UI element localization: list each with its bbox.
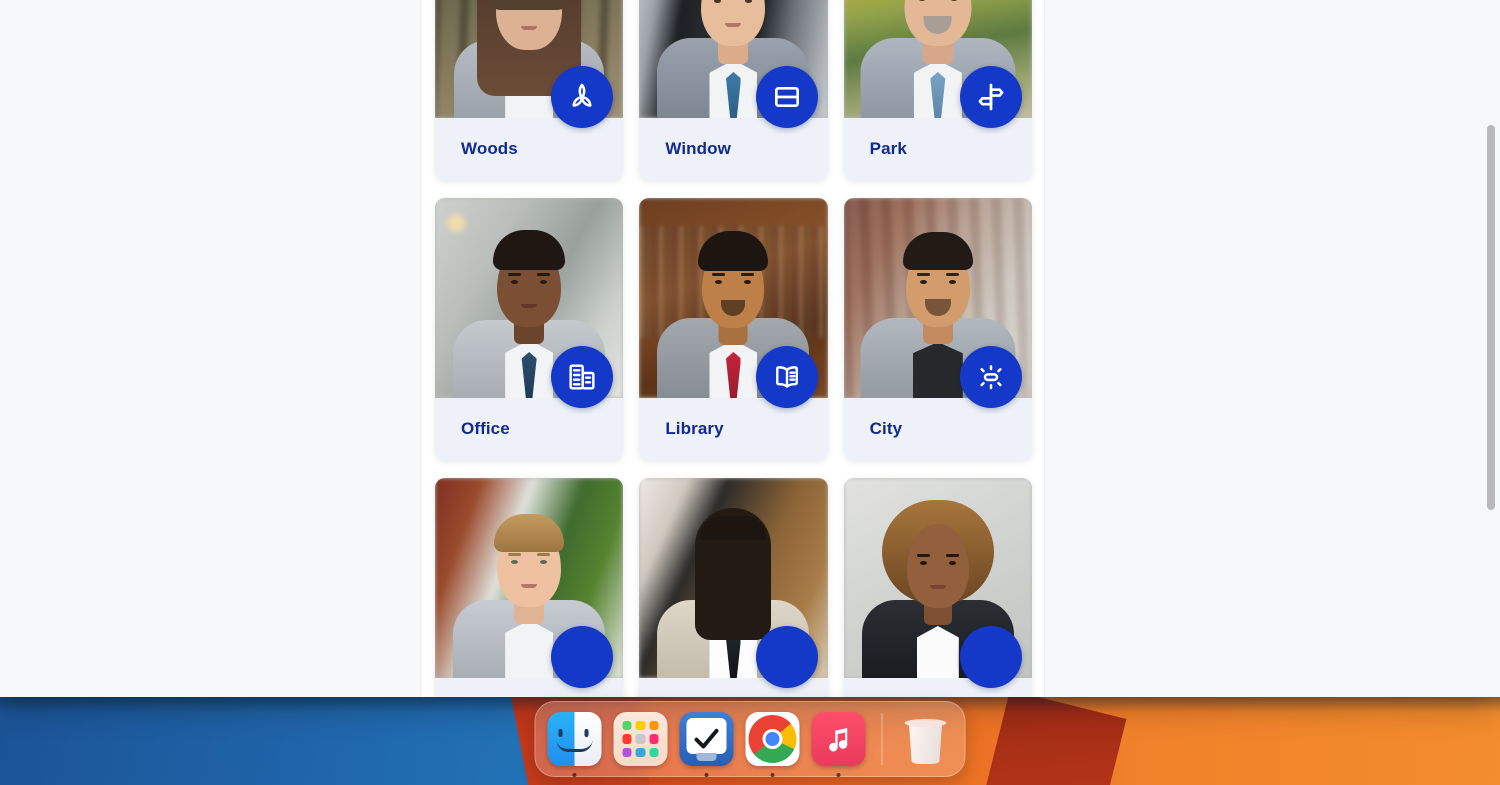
card-label: Library <box>665 419 724 438</box>
page-body: Woods Window Park Office Library City <box>0 0 1500 697</box>
dock-item-launchpad[interactable] <box>612 710 670 768</box>
photo-turtleneck <box>912 342 963 398</box>
scrollbar-thumb[interactable] <box>1487 125 1495 510</box>
portrait-card[interactable]: Woods <box>435 0 624 180</box>
running-indicator-dot <box>770 773 775 777</box>
dock-separator <box>881 713 883 765</box>
leaf-icon[interactable] <box>551 66 614 128</box>
building-icon[interactable] <box>551 346 614 408</box>
card-label: Park <box>869 139 907 158</box>
window-icon[interactable] <box>755 66 818 128</box>
signpost-icon[interactable] <box>959 66 1022 128</box>
portrait-card[interactable] <box>435 478 624 697</box>
photo-hair-front <box>491 0 568 10</box>
card-badge[interactable] <box>551 626 614 688</box>
running-indicator-dot <box>704 773 709 777</box>
card-label: City <box>869 419 903 438</box>
dock-item-things[interactable] <box>678 710 736 777</box>
card-label: Office <box>461 419 510 438</box>
dock-item-trash[interactable] <box>897 710 955 768</box>
card-label: Woods <box>461 139 518 158</box>
portrait-card[interactable]: City <box>843 198 1032 460</box>
open-book-icon[interactable] <box>755 346 818 408</box>
dock-item-finder[interactable] <box>546 710 604 777</box>
card-label: Window <box>665 139 731 158</box>
dock-item-music[interactable] <box>810 710 868 777</box>
card-badge[interactable] <box>959 626 1022 688</box>
photo-lamp <box>447 214 465 232</box>
trash-icon <box>899 712 953 766</box>
launchpad-icon <box>613 712 668 766</box>
running-indicator-dot <box>836 773 841 777</box>
finder-icon <box>547 712 602 766</box>
portrait-card-grid: Woods Window Park Office Library City <box>421 0 1046 697</box>
dock-item-chrome[interactable] <box>744 710 802 777</box>
portrait-card[interactable] <box>843 478 1032 697</box>
browser-window: Woods Window Park Office Library City <box>0 0 1500 697</box>
portrait-card[interactable] <box>639 478 828 697</box>
desktop: Woods Window Park Office Library City <box>0 0 1500 785</box>
portrait-card[interactable]: Park <box>843 0 1032 180</box>
chrome-icon <box>745 712 800 766</box>
dock <box>534 701 966 777</box>
photo-bangs <box>700 516 767 540</box>
music-note-icon <box>811 712 866 766</box>
photo-head <box>906 524 969 608</box>
vertical-scrollbar[interactable] <box>1484 0 1498 697</box>
checkmark-task-icon <box>679 712 734 766</box>
running-indicator-dot <box>572 773 577 777</box>
portrait-card[interactable]: Office <box>435 198 624 460</box>
card-badge[interactable] <box>755 626 818 688</box>
portrait-card[interactable]: Window <box>639 0 828 180</box>
content-panel: Woods Window Park Office Library City <box>420 0 1045 697</box>
streetlight-icon[interactable] <box>959 346 1022 408</box>
portrait-card[interactable]: Library <box>639 198 828 460</box>
